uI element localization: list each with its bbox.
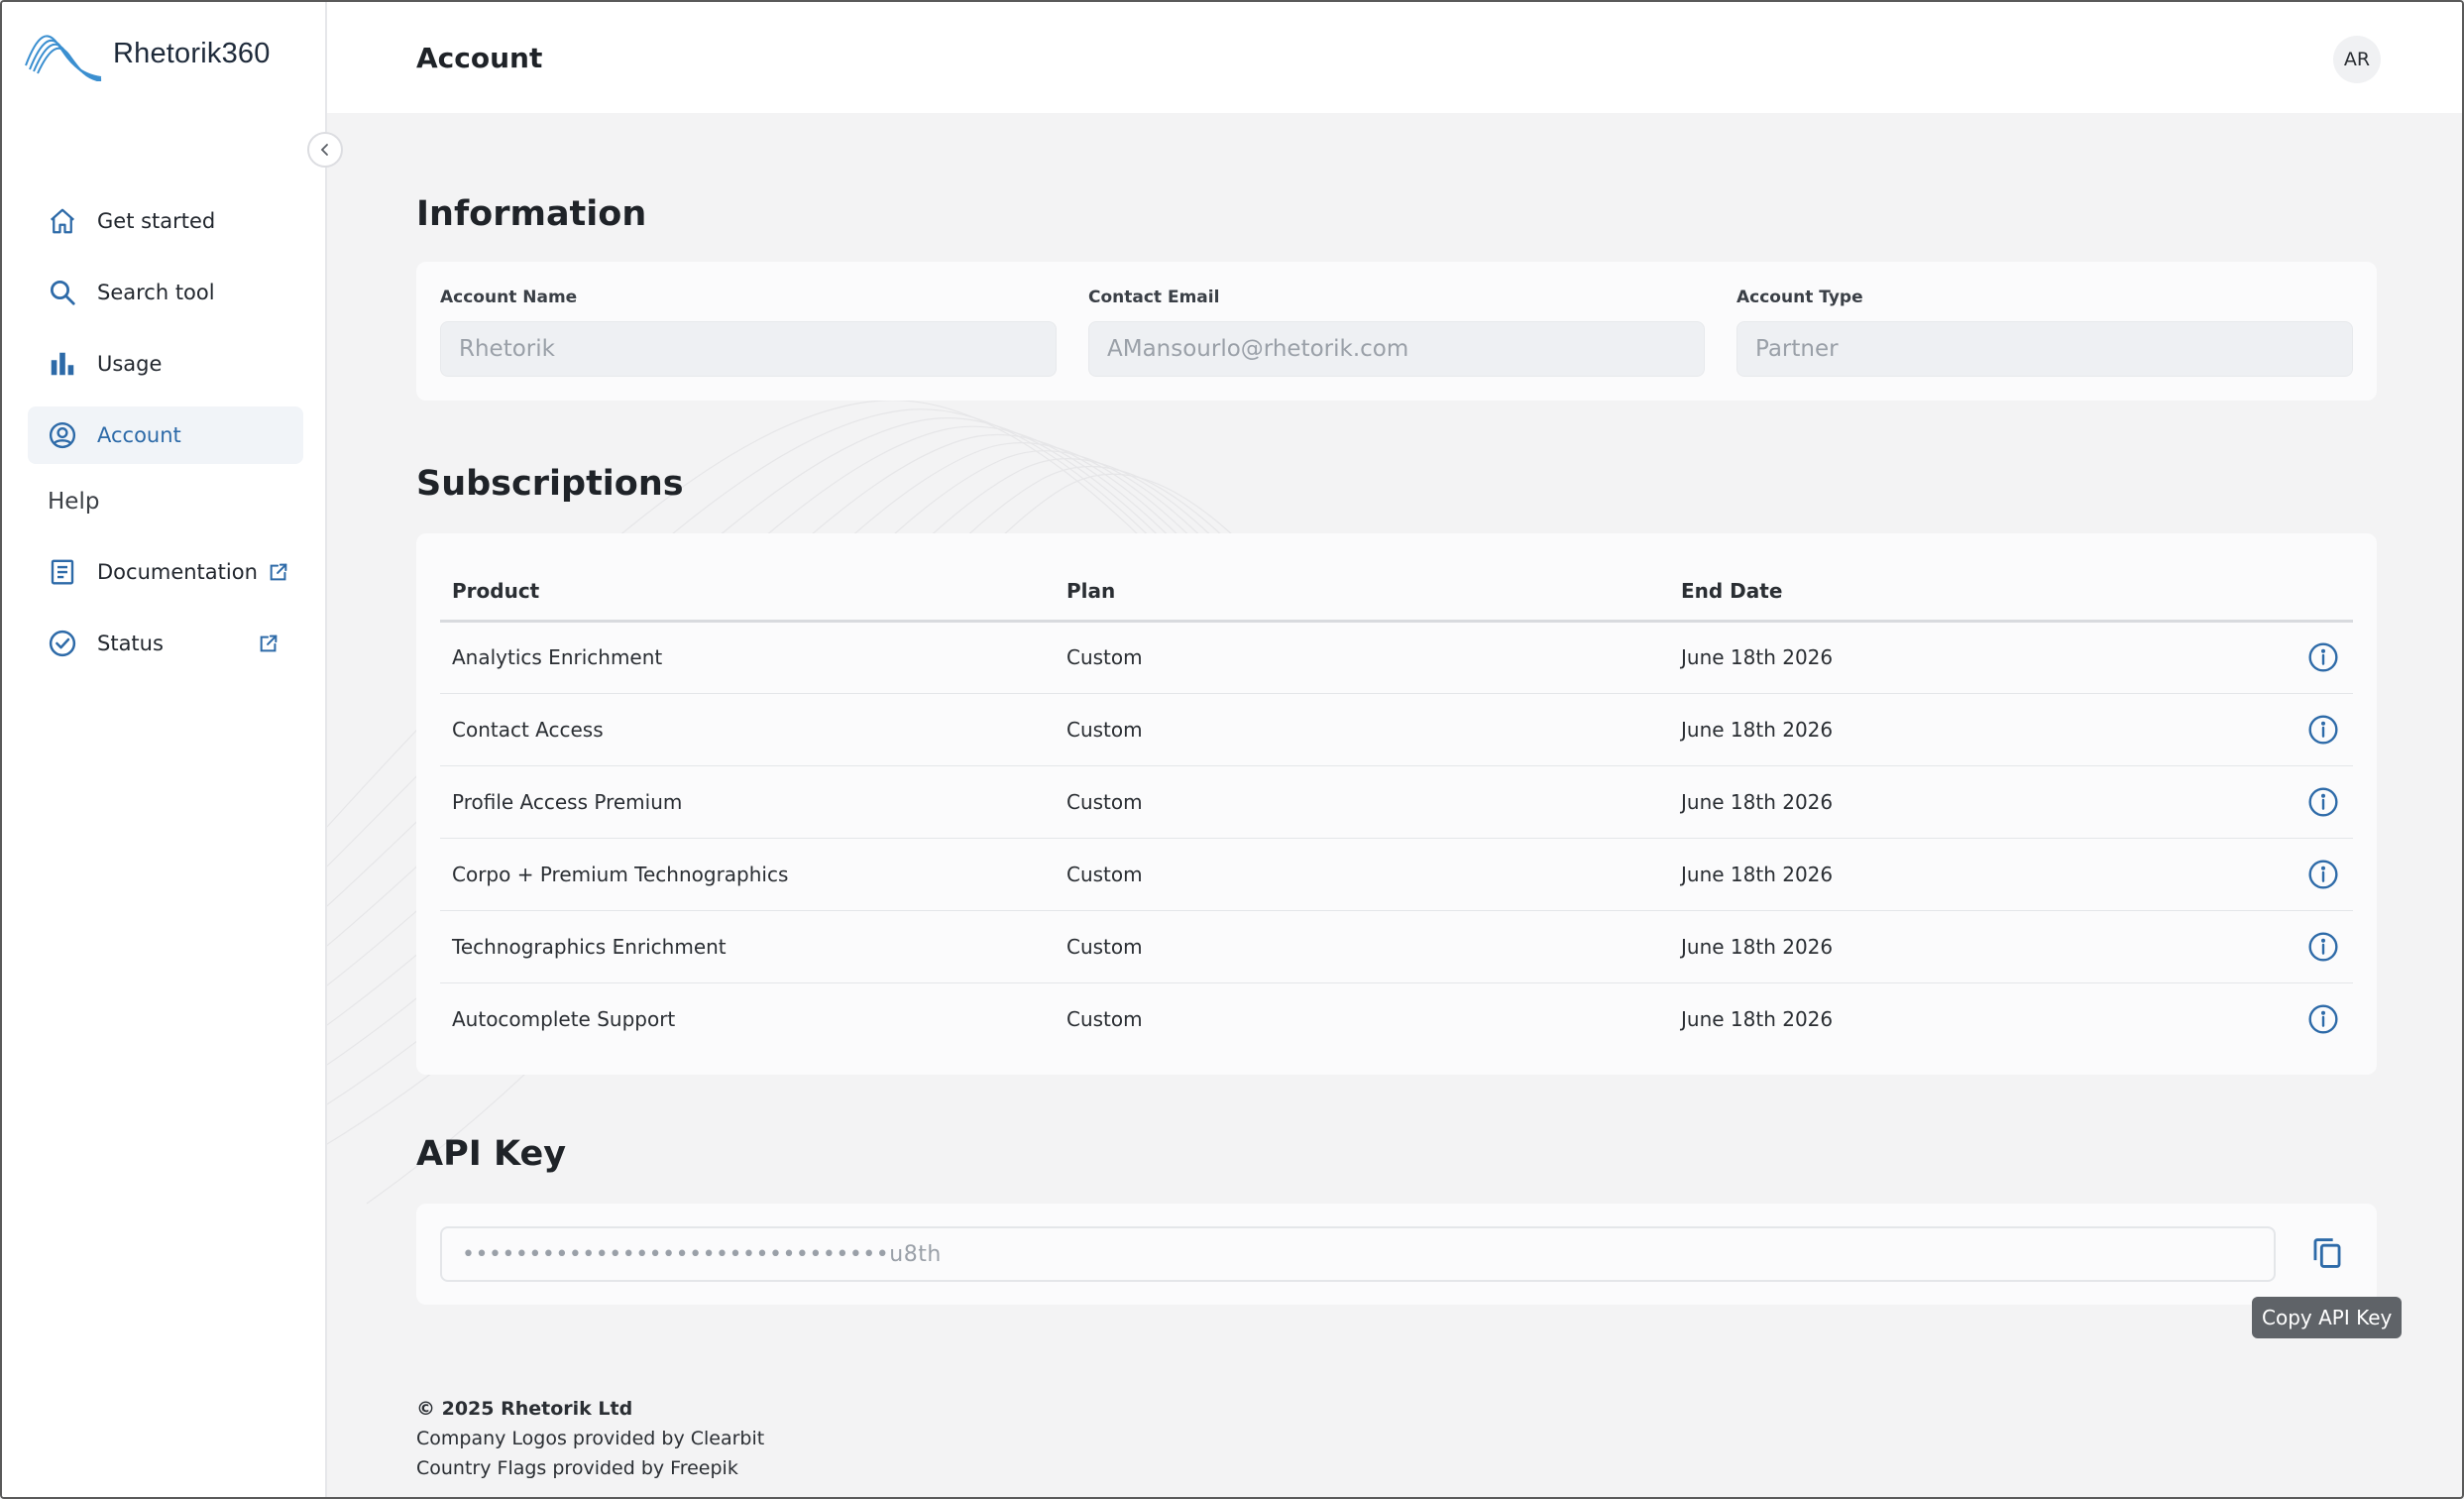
sidebar-item-get-started[interactable]: Get started [28,192,303,250]
chevron-left-icon [320,144,328,156]
cell-end-date: June 18th 2026 [1669,838,2274,911]
bar-chart-icon [48,349,77,379]
cell-plan: Custom [1055,838,1669,911]
sidebar-item-label: Documentation [97,560,258,584]
api-key-card: ••••••••••••••••••••••••••••••••u8th [416,1204,2377,1305]
info-icon[interactable] [2307,714,2339,746]
account-type-input: Partner [1736,321,2353,377]
copy-api-key-button[interactable] [2307,1233,2347,1273]
account-name-field: Account Name Rhetorik [440,288,1057,377]
subscriptions-card: Product Plan End Date Analytics Enrichme… [416,533,2377,1075]
sidebar-item-documentation[interactable]: Documentation [28,543,303,601]
cell-product: Profile Access Premium [440,765,1055,839]
help-section-label: Help [48,489,100,515]
cell-info [2274,693,2353,766]
cell-plan: Custom [1055,765,1669,839]
table-row: Technographics Enrichment Custom June 18th… [440,910,2353,983]
field-label: Contact Email [1088,288,1220,307]
column-header-end-date: End Date [1669,563,2274,623]
cell-info [2274,910,2353,983]
cell-info [2274,765,2353,839]
table-header-row: Product Plan End Date [440,563,2353,623]
cell-end-date: June 18th 2026 [1669,621,2274,694]
rhetorik-logo-icon [25,35,102,81]
column-header-product: Product [440,563,1055,623]
table-row: Corpo + Premium Technographics Custom June… [440,838,2353,911]
column-header-plan: Plan [1055,563,1669,623]
sidebar-item-label: Account [97,423,181,447]
field-label: Account Type [1736,288,1863,307]
document-icon [48,557,77,587]
sidebar-nav: Get started Search tool Usage Account He… [28,192,303,686]
top-header: Account AR [327,2,2462,113]
check-circle-icon [48,629,77,658]
cell-end-date: June 18th 2026 [1669,910,2274,983]
user-avatar[interactable]: AR [2333,36,2381,83]
cell-info [2274,621,2353,694]
app-logo[interactable]: Rhetorik360 [24,26,271,81]
account-circle-icon [48,420,77,450]
sidebar-item-search-tool[interactable]: Search tool [28,264,303,321]
field-label: Account Name [440,288,578,307]
copy-api-key-tooltip: Copy API Key [2252,1297,2403,1338]
sidebar: Rhetorik360 Get started Search tool Usag… [2,2,327,1497]
cell-end-date: June 18th 2026 [1681,1006,1834,1031]
account-type-field: Account Type Partner [1736,288,2353,377]
cell-info [2274,838,2353,911]
account-name-input: Rhetorik [440,321,1057,377]
subscriptions-table: Product Plan End Date Analytics Enrichme… [440,563,2353,1055]
info-icon[interactable] [2307,859,2339,890]
page-title: Account [416,42,543,74]
footer: © 2025 Rhetorik Ltd Company Logos provid… [416,1394,764,1483]
app-window: Rhetorik360 Get started Search tool Usag… [0,0,2464,1499]
footer-copyright: © 2025 Rhetorik Ltd [416,1398,633,1420]
cell-plan: Custom [1055,693,1669,766]
sidebar-item-usage[interactable]: Usage [28,335,303,393]
footer-credit-logos: Company Logos provided by Clearbit [416,1428,765,1449]
info-icon[interactable] [2307,931,2339,963]
external-link-icon [260,634,278,652]
info-icon[interactable] [2307,641,2339,673]
info-icon[interactable] [2307,1003,2339,1035]
cell-product: Corpo + Premium Technographics [440,838,1055,911]
information-card: Account Name Rhetorik Contact Email AMan… [416,262,2377,401]
info-icon[interactable] [2307,786,2339,818]
cell-end-date: June 18th 2026 [1669,765,2274,839]
cell-product: Analytics Enrichment [440,621,1055,694]
collapse-sidebar-button[interactable] [307,132,343,168]
cell-plan: Custom [1066,1006,1143,1031]
app-name: Rhetorik360 [113,37,271,69]
table-row: Analytics Enrichment Custom June 18th 2026 [440,621,2353,694]
api-key-input[interactable]: ••••••••••••••••••••••••••••••••u8th [440,1226,2276,1282]
cell-end-date: June 18th 2026 [1669,693,2274,766]
cell-plan: Custom [1055,621,1669,694]
column-header-actions [2274,563,2353,623]
copy-icon [2313,1238,2341,1268]
home-icon [48,206,77,236]
table-row: Contact Access Custom June 18th 2026 [440,693,2353,766]
search-icon [48,278,77,307]
cell-plan: Custom [1055,910,1669,983]
cell-product: Autocomplete Support [452,1006,676,1031]
cell-product: Technographics Enrichment [440,910,1055,983]
table-row: Profile Access Premium Custom June 18th 20… [440,765,2353,839]
sidebar-item-status[interactable]: Status [28,615,303,672]
cell-product: Contact Access [440,693,1055,766]
external-link-icon [270,563,287,581]
contact-email-field: Contact Email AMansourlo@rhetorik.com [1088,288,1705,377]
sidebar-item-label: Usage [97,352,163,376]
information-title: Information [416,194,647,234]
contact-email-input: AMansourlo@rhetorik.com [1088,321,1705,377]
subscriptions-title: Subscriptions [416,464,684,504]
sidebar-item-account[interactable]: Account [28,406,303,464]
sidebar-item-label: Get started [97,209,216,233]
sidebar-item-label: Search tool [97,281,215,304]
cell-info [2274,982,2353,1055]
sidebar-item-label: Status [97,632,164,655]
table-row: Autocomplete Support Custom June 18th 2026 [440,982,2353,1055]
footer-credit-flags: Country Flags provided by Freepik [416,1457,738,1479]
api-key-title: API Key [416,1134,567,1174]
